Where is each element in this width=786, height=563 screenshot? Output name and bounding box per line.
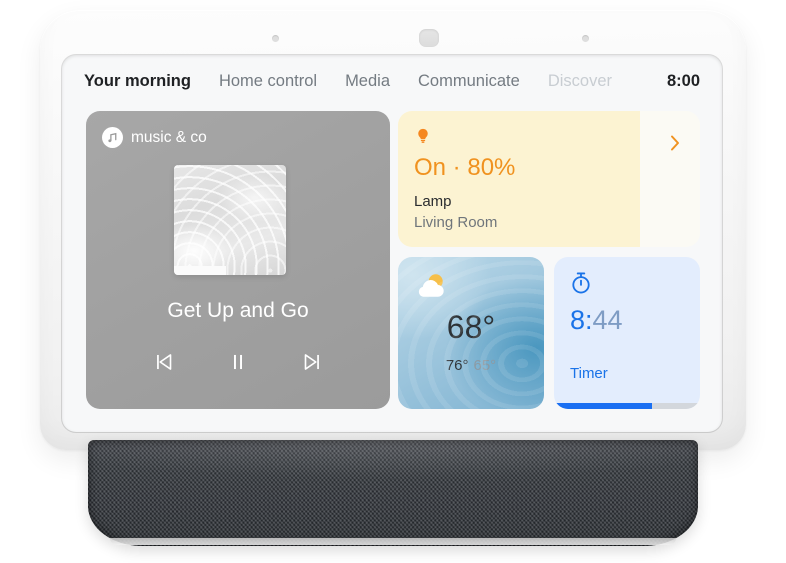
lamp-control-card[interactable]: On · 80% Lamp Living Room	[398, 111, 700, 247]
timer-card[interactable]: 8:44 Timer	[554, 257, 700, 409]
tab-discover[interactable]: Discover	[548, 72, 612, 91]
low-temperature: 65°	[473, 357, 497, 374]
timer-icon	[570, 271, 592, 300]
screenshot-stage: Your morning Home control Media Communic…	[0, 0, 786, 563]
tab-your-morning[interactable]: Your morning	[84, 72, 191, 91]
media-controls	[86, 349, 390, 375]
music-source-label: music & co	[131, 128, 207, 146]
chevron-right-icon[interactable]	[669, 133, 682, 158]
lamp-state-label: On · 80%	[414, 154, 516, 181]
lamp-room-name: Living Room	[414, 214, 498, 231]
sun-behind-cloud-icon	[412, 271, 450, 306]
base-foot	[110, 538, 676, 545]
music-source-row: music & co	[102, 127, 207, 148]
temperature-range: 76° 65°	[398, 357, 544, 374]
timer-label: Timer	[570, 365, 608, 382]
tab-home-control[interactable]: Home control	[219, 72, 317, 91]
microphone-hole-right	[582, 35, 589, 42]
next-track-button[interactable]	[299, 349, 325, 375]
timer-progress-fill	[554, 403, 652, 409]
ambient-light-sensor	[419, 29, 439, 47]
display-screen: Your morning Home control Media Communic…	[62, 55, 722, 432]
tab-media[interactable]: Media	[345, 72, 390, 91]
pause-button[interactable]	[225, 349, 251, 375]
music-note-icon	[102, 127, 123, 148]
timer-minutes: 8:	[570, 305, 593, 335]
weather-card[interactable]: 68° 76° 65°	[398, 257, 544, 409]
track-title: Get Up and Go	[167, 299, 309, 322]
music-player-card[interactable]: music & co Get Up and Go	[86, 111, 390, 409]
timer-time: 8:44	[570, 305, 623, 336]
previous-track-button[interactable]	[151, 349, 177, 375]
high-temperature: 76°	[445, 357, 469, 374]
clock: 8:00	[666, 71, 700, 90]
lightbulb-icon	[414, 125, 432, 152]
base-sheen	[88, 440, 698, 546]
top-navigation-bar: Your morning Home control Media Communic…	[62, 55, 722, 107]
tab-communicate[interactable]: Communicate	[418, 72, 520, 91]
album-artwork	[174, 165, 286, 275]
timer-seconds: 44	[592, 305, 623, 335]
speaker-fabric-base	[88, 440, 698, 546]
timer-progress-bar	[554, 403, 700, 409]
card-grid: music & co Get Up and Go On · 80% Lamp L…	[86, 111, 700, 411]
microphone-hole-left	[272, 35, 279, 42]
lamp-device-name: Lamp	[414, 193, 452, 210]
current-temperature: 68°	[446, 309, 496, 345]
